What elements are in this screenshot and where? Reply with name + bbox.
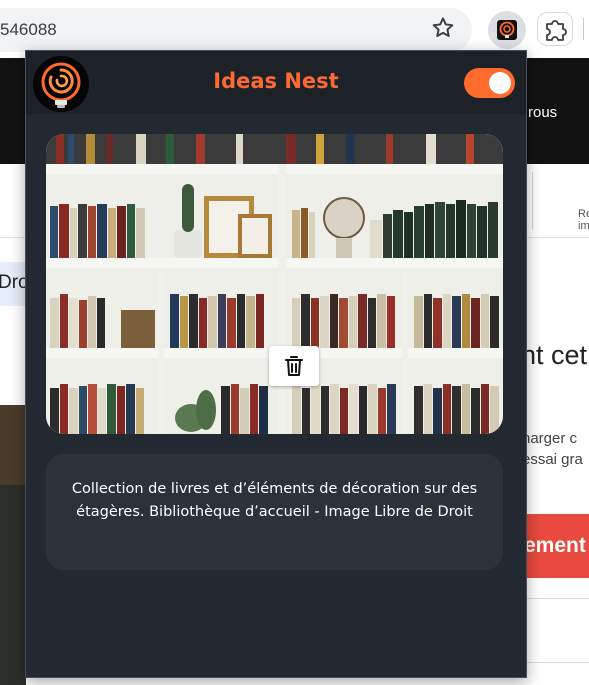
popup-title: Ideas Nest — [213, 69, 339, 93]
site-header-link[interactable]: rous — [528, 104, 557, 121]
toggle-knob — [489, 72, 511, 94]
puzzle-icon — [546, 20, 567, 41]
site-paragraph-line-2: essai gra — [522, 451, 583, 468]
site-nav-item[interactable]: Re im — [578, 208, 589, 232]
toolbar-divider — [583, 18, 584, 40]
books-row — [50, 204, 145, 258]
address-bar[interactable]: 546088 — [0, 8, 472, 52]
image-caption: Collection de livres et d’éléments de dé… — [71, 481, 478, 520]
books-row — [292, 208, 315, 258]
star-icon[interactable] — [430, 15, 456, 41]
site-download-button-label: ement — [524, 534, 586, 557]
trash-icon — [285, 356, 303, 376]
captured-image — [46, 134, 503, 434]
site-paragraph: harger c essai gra — [522, 428, 583, 470]
delete-image-button[interactable] — [269, 346, 319, 386]
nav-divider — [532, 172, 533, 230]
site-paragraph-line-1: harger c — [522, 430, 578, 447]
books-row — [46, 134, 503, 164]
site-divider — [520, 598, 589, 599]
site-divider — [520, 662, 589, 663]
popup-header: Ideas Nest — [26, 51, 526, 114]
extension-enable-toggle[interactable] — [464, 68, 515, 98]
caption-card: Collection de livres et d’éléments de dé… — [46, 454, 503, 570]
address-bar-url[interactable]: 546088 — [0, 20, 57, 40]
extension-popup: Ideas Nest Collection de livres et d’élé… — [25, 50, 527, 678]
ideas-nest-extension-icon — [497, 20, 517, 40]
site-thumbnail-top — [0, 405, 26, 485]
site-heading: nt cet — [521, 340, 588, 370]
bookshelf-image — [46, 134, 503, 434]
ideas-nest-extension-button[interactable] — [488, 11, 526, 49]
extensions-menu-button[interactable] — [537, 12, 573, 46]
